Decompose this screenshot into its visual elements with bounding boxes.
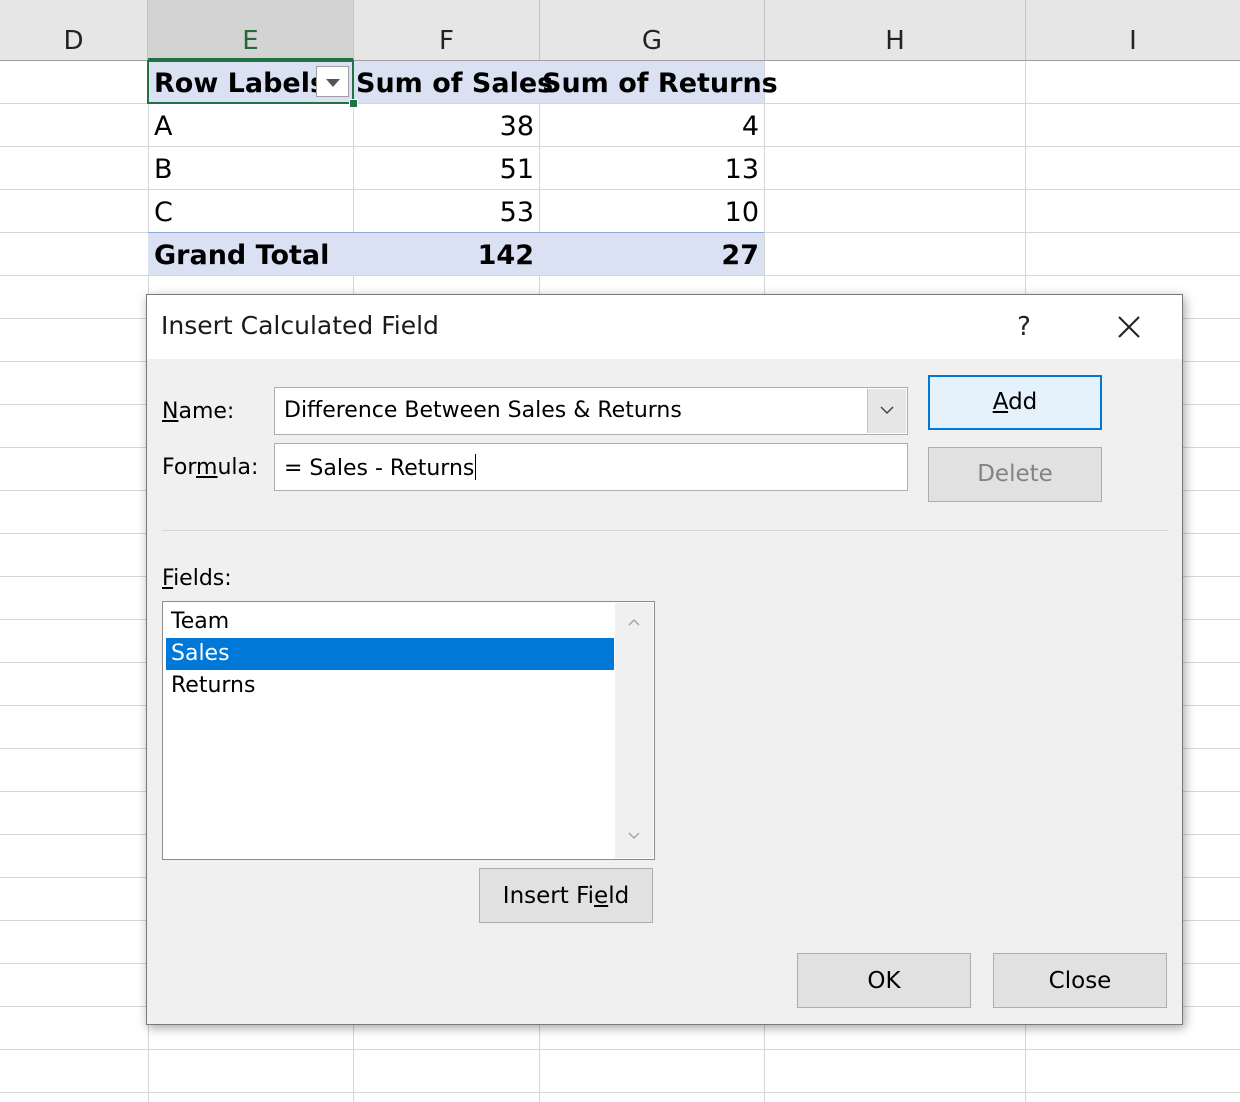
name-label: Name: xyxy=(162,399,235,424)
help-button[interactable]: ? xyxy=(1002,307,1046,347)
insert-calculated-field-dialog: Insert Calculated Field ? Name: Differen… xyxy=(146,294,1183,1025)
pivot-returns-value[interactable]: 10 xyxy=(540,190,759,233)
name-combobox[interactable]: Difference Between Sales & Returns xyxy=(274,387,908,435)
active-cell-border xyxy=(147,60,354,104)
chevron-up-icon[interactable] xyxy=(627,617,641,627)
column-header-d[interactable]: D xyxy=(0,0,148,60)
pivot-grand-total-returns[interactable]: 27 xyxy=(540,233,759,276)
pivot-returns-value[interactable]: 4 xyxy=(540,104,759,147)
pivot-row-label[interactable]: C xyxy=(154,190,344,233)
insert-field-button[interactable]: Insert Field xyxy=(479,868,653,923)
delete-button[interactable]: Delete xyxy=(928,447,1102,502)
column-header-e[interactable]: E xyxy=(148,0,354,61)
add-button[interactable]: Add xyxy=(928,375,1102,430)
name-value: Difference Between Sales & Returns xyxy=(284,398,682,423)
pivot-row-label[interactable]: A xyxy=(154,104,344,147)
close-icon[interactable] xyxy=(1105,307,1153,347)
field-item-returns[interactable]: Returns xyxy=(166,670,614,702)
pivot-row-label[interactable]: B xyxy=(154,147,344,190)
chevron-down-icon xyxy=(880,406,894,415)
fields-label: Fields: xyxy=(162,566,232,591)
formula-value: = Sales - Returns xyxy=(284,454,477,481)
pivot-header-sum-of-sales[interactable]: Sum of Sales xyxy=(356,61,553,104)
column-header-h[interactable]: H xyxy=(765,0,1026,60)
chevron-down-icon[interactable] xyxy=(627,831,641,841)
dialog-title: Insert Calculated Field xyxy=(161,311,439,340)
formula-label: Formula: xyxy=(162,455,259,480)
column-header-bar: D E F G H I xyxy=(0,0,1240,61)
formula-input[interactable]: = Sales - Returns xyxy=(274,443,908,491)
field-item-sales[interactable]: Sales xyxy=(166,638,614,670)
column-header-i[interactable]: I xyxy=(1026,0,1240,60)
pivot-sales-value[interactable]: 51 xyxy=(354,147,534,190)
column-header-g[interactable]: G xyxy=(540,0,765,60)
fill-handle[interactable] xyxy=(349,99,358,108)
pivot-returns-value[interactable]: 13 xyxy=(540,147,759,190)
fields-scrollbar[interactable] xyxy=(615,603,653,858)
field-item-team[interactable]: Team xyxy=(166,606,614,638)
ok-button[interactable]: OK xyxy=(797,953,971,1008)
pivot-grand-total-label[interactable]: Grand Total xyxy=(154,233,354,276)
gridline xyxy=(0,1049,1240,1050)
fields-listbox[interactable]: Team Sales Returns xyxy=(162,601,655,860)
close-button[interactable]: Close xyxy=(993,953,1167,1008)
dialog-title-bar[interactable]: Insert Calculated Field ? xyxy=(147,295,1182,359)
combo-dropdown-button[interactable] xyxy=(867,389,906,433)
column-header-f[interactable]: F xyxy=(354,0,540,60)
pivot-grand-total-sales[interactable]: 142 xyxy=(354,233,534,276)
pivot-sales-value[interactable]: 38 xyxy=(354,104,534,147)
pivot-header-sum-of-returns[interactable]: Sum of Returns xyxy=(542,61,778,104)
pivot-sales-value[interactable]: 53 xyxy=(354,190,534,233)
gridline xyxy=(0,1092,1240,1093)
divider xyxy=(162,530,1168,531)
text-caret xyxy=(475,454,477,480)
